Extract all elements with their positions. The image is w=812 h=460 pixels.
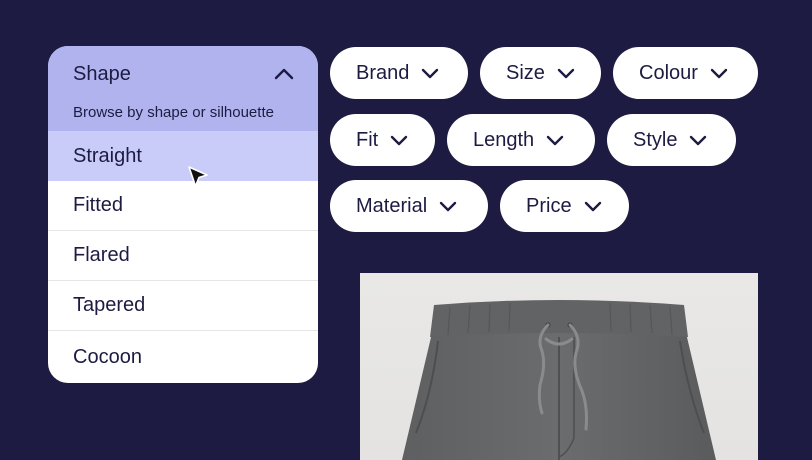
shape-dropdown: Shape Browse by shape or silhouette Stra… — [48, 46, 318, 383]
chevron-down-icon — [421, 63, 441, 83]
option-flared[interactable]: Flared — [48, 231, 318, 281]
filter-label: Size — [506, 61, 545, 84]
mouse-pointer-icon — [188, 166, 208, 187]
filter-label: Length — [473, 128, 535, 151]
filter-label: Colour — [639, 61, 698, 84]
filter-brand[interactable]: Brand — [330, 47, 468, 99]
filter-label: Price — [526, 194, 572, 217]
dropdown-title: Shape — [73, 62, 131, 85]
option-cocoon[interactable]: Cocoon — [48, 331, 318, 383]
chevron-up-icon[interactable] — [272, 62, 296, 86]
option-tapered[interactable]: Tapered — [48, 281, 318, 331]
chevron-down-icon — [584, 196, 604, 216]
chevron-down-icon — [557, 63, 577, 83]
option-fitted[interactable]: Fitted — [48, 181, 318, 231]
option-straight[interactable]: Straight — [48, 131, 318, 181]
filter-style[interactable]: Style — [607, 114, 736, 166]
filter-fit[interactable]: Fit — [330, 114, 435, 166]
dropdown-subtitle: Browse by shape or silhouette — [73, 104, 274, 121]
filter-price[interactable]: Price — [500, 180, 629, 232]
dropdown-header: Shape Browse by shape or silhouette — [48, 46, 318, 131]
filter-length[interactable]: Length — [447, 114, 595, 166]
product-image[interactable] — [360, 273, 758, 460]
filter-label: Brand — [356, 61, 410, 84]
filter-label: Style — [633, 128, 678, 151]
filter-material[interactable]: Material — [330, 180, 488, 232]
filter-colour[interactable]: Colour — [613, 47, 758, 99]
chevron-down-icon — [546, 130, 566, 150]
dropdown-toggle[interactable]: Shape — [48, 46, 318, 102]
chevron-down-icon — [439, 196, 459, 216]
filter-label: Fit — [356, 128, 379, 151]
chevron-down-icon — [689, 130, 709, 150]
trousers-illustration — [402, 300, 716, 460]
chevron-down-icon — [390, 130, 410, 150]
chevron-down-icon — [710, 63, 730, 83]
filter-label: Material — [356, 194, 428, 217]
filter-size[interactable]: Size — [480, 47, 601, 99]
shape-option-list: Straight Fitted Flared Tapered Cocoon — [48, 131, 318, 383]
